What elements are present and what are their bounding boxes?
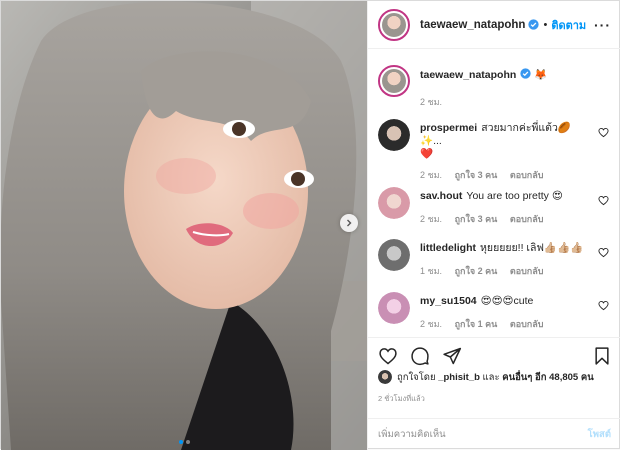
comment-avatar[interactable]: [378, 292, 410, 324]
author-username[interactable]: taewaew_natapohn: [420, 19, 525, 31]
header-separator: •: [543, 18, 548, 31]
caption-avatar[interactable]: [378, 65, 410, 97]
comment-body: my_su1504 😍😍😍cute 2 ชม. ถูกใจ 1 คน ตอบกลั…: [420, 295, 590, 331]
comment-avatar[interactable]: [378, 119, 410, 151]
post-comment-button[interactable]: โพสต์: [588, 427, 611, 442]
post-action-bar: [368, 337, 620, 371]
selfie-image: [1, 1, 367, 450]
comment-meta: 2 ชม. ถูกใจ 1 คน ตอบกลับ: [420, 318, 590, 331]
comment-body: sav.hout You are too pretty 😍 2 ชม. ถูกใจ…: [420, 190, 590, 226]
caption-body: taewaew_natapohn 🦊 2 ชม.: [420, 68, 590, 109]
verified-badge-icon: [520, 68, 531, 79]
post-timestamp[interactable]: 2 ชั่วโมงที่แล้ว: [378, 393, 425, 405]
comment-avatar[interactable]: [378, 239, 410, 271]
post-details-panel: taewaew_natapohn • ติดตาม ··· taewaew_na…: [367, 1, 620, 450]
comment-username[interactable]: my_su1504: [420, 295, 477, 307]
comment-meta: 2 ชม. ถูกใจ 3 คน ตอบกลับ: [420, 213, 590, 226]
comment-meta: 2 ชม. ถูกใจ 3 คน ตอบกลับ: [420, 169, 590, 182]
carousel-dot-active: [178, 440, 183, 444]
comment-username[interactable]: sav.hout: [420, 190, 462, 202]
heart-icon[interactable]: [378, 346, 398, 366]
post-header: taewaew_natapohn • ติดตาม ···: [368, 1, 620, 49]
caption-time: 2 ชม.: [420, 97, 443, 107]
instagram-post: taewaew_natapohn • ติดตาม ··· taewaew_na…: [0, 0, 620, 450]
more-options-icon[interactable]: ···: [594, 17, 611, 33]
heart-icon[interactable]: [598, 127, 609, 138]
comment-username[interactable]: prospermei: [420, 122, 477, 134]
next-photo-button[interactable]: [340, 214, 358, 232]
comment-likes-link[interactable]: ถูกใจ 3 คน: [455, 214, 498, 224]
comment-time: 2 ชม.: [420, 319, 443, 329]
likes-prefix: ถูกใจโดย: [397, 371, 436, 383]
bookmark-icon[interactable]: [592, 346, 612, 366]
likes-summary: ถูกใจโดย _phisit_b และ คนอื่นๆ อีก 48,80…: [378, 368, 613, 386]
comment-likes-link[interactable]: ถูกใจ 2 คน: [455, 266, 498, 276]
caption-text: 🦊: [534, 69, 548, 81]
verified-badge-icon: [528, 19, 540, 30]
author-avatar[interactable]: [378, 8, 410, 41]
comment-text-line2: ❤️: [420, 148, 434, 160]
comment-text: You are too pretty 😍: [466, 190, 563, 202]
paper-plane-icon[interactable]: [442, 346, 462, 366]
caption-username[interactable]: taewaew_natapohn: [420, 69, 516, 81]
comment-likes-link[interactable]: ถูกใจ 1 คน: [455, 319, 498, 329]
carousel-dot: [185, 440, 190, 444]
comment-icon[interactable]: [410, 346, 430, 366]
comment-body: prospermei สวยมากค่ะพี่แต้ว🏉✨... ❤️ 2 ชม.…: [420, 122, 590, 182]
comment-time: 1 ชม.: [420, 266, 443, 276]
comment-time: 2 ชม.: [420, 214, 443, 224]
liker-avatar[interactable]: [378, 370, 392, 384]
liker-username[interactable]: _phisit_b: [438, 372, 480, 383]
comment-text: 😍😍😍cute: [480, 295, 534, 307]
comment-username[interactable]: littledelight: [420, 242, 476, 254]
heart-icon[interactable]: [598, 300, 609, 311]
caption-meta: 2 ชม.: [420, 96, 590, 109]
comment-body: littledelight หุยยยยย!! เลิฟ👍🏼👍🏼👍🏼 1 ชม. …: [420, 242, 590, 278]
comment-likes-link[interactable]: ถูกใจ 3 คน: [455, 170, 498, 180]
add-comment-bar: เพิ่มความคิดเห็น โพสต์: [368, 418, 620, 450]
heart-icon[interactable]: [598, 247, 609, 258]
post-photo[interactable]: [1, 1, 367, 450]
carousel-indicator: [1, 440, 367, 444]
reply-button[interactable]: ตอบกลับ: [510, 214, 544, 224]
chevron-right-icon: [347, 219, 352, 227]
reply-button[interactable]: ตอบกลับ: [510, 170, 544, 180]
likes-middle: และ: [482, 371, 500, 383]
heart-icon[interactable]: [598, 195, 609, 206]
comment-text: หุยยยยย!! เลิฟ👍🏼👍🏼👍🏼: [480, 242, 584, 254]
comment-time: 2 ชม.: [420, 170, 443, 180]
comment-avatar[interactable]: [378, 187, 410, 219]
comments-list: taewaew_natapohn 🦊 2 ชม. prospermei สวยมาก…: [368, 49, 620, 337]
follow-button[interactable]: ติดตาม: [551, 16, 586, 34]
reply-button[interactable]: ตอบกลับ: [510, 266, 544, 276]
comment-input[interactable]: เพิ่มความคิดเห็น: [378, 427, 588, 442]
comment-meta: 1 ชม. ถูกใจ 2 คน ตอบกลับ: [420, 265, 590, 278]
reply-button[interactable]: ตอบกลับ: [510, 319, 544, 329]
likes-others-link[interactable]: คนอื่นๆ อีก 48,805 คน: [502, 370, 593, 385]
